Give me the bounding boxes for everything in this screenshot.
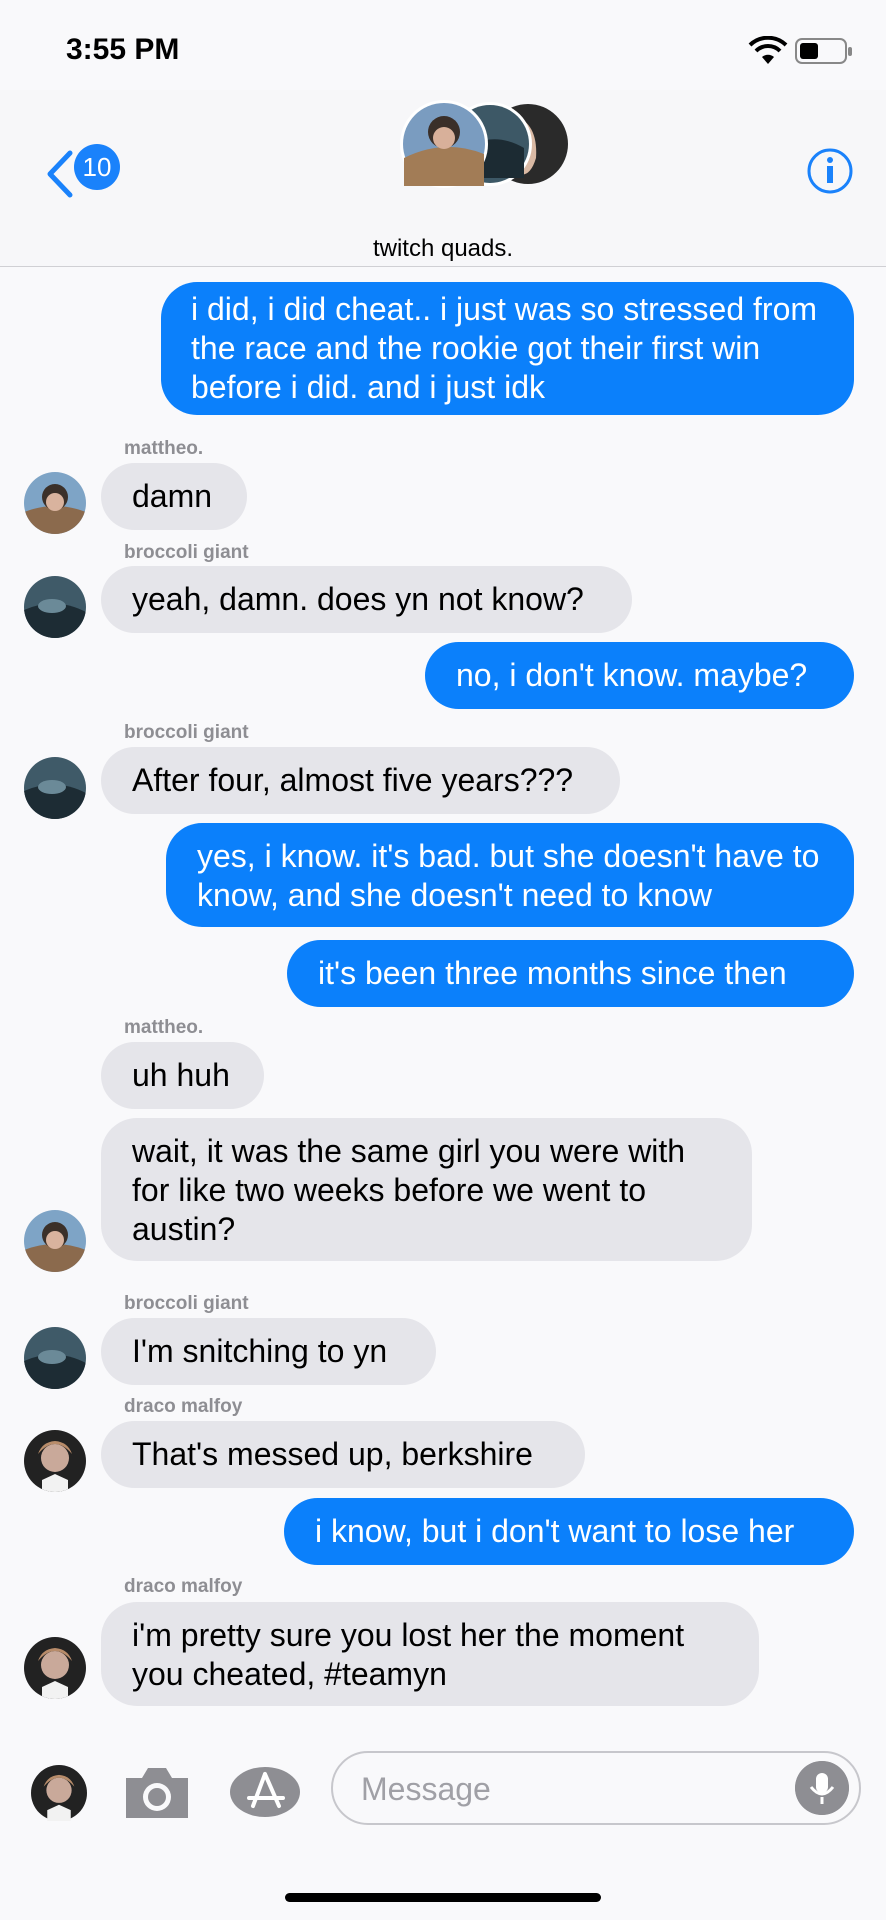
message-bubble-outgoing[interactable]: yes, i know. it's bad. but she doesn't h… <box>166 823 854 927</box>
group-title[interactable]: twitch quads. <box>0 235 886 263</box>
message-bubble-incoming[interactable]: damn <box>101 463 247 530</box>
message-thread[interactable]: i did, i did cheat.. i just was so stres… <box>0 266 886 1726</box>
avatar[interactable] <box>31 1765 87 1821</box>
avatar[interactable] <box>24 472 86 534</box>
camera-icon[interactable] <box>122 1764 192 1820</box>
message-bubble-outgoing[interactable]: no, i don't know. maybe? <box>425 642 854 709</box>
message-placeholder: Message <box>361 1771 491 1807</box>
message-input[interactable]: Message <box>331 1751 861 1825</box>
sender-name: broccoli giant <box>124 1293 249 1314</box>
conversation-header: 10 twitch quads. <box>0 90 886 267</box>
message-bubble-outgoing[interactable]: i did, i did cheat.. i just was so stres… <box>161 282 854 415</box>
back-chevron-icon[interactable] <box>40 147 80 201</box>
message-bubble-incoming[interactable]: yeah, damn. does yn not know? <box>101 566 632 633</box>
message-bubble-incoming[interactable]: wait, it was the same girl you were with… <box>101 1118 752 1261</box>
unread-badge[interactable]: 10 <box>74 144 120 190</box>
sender-name: mattheo. <box>124 438 204 459</box>
group-avatars[interactable] <box>400 98 570 190</box>
message-bubble-incoming[interactable]: I'm snitching to yn <box>101 1318 436 1385</box>
microphone-icon[interactable] <box>795 1761 849 1815</box>
avatar[interactable] <box>24 1210 86 1272</box>
wifi-icon <box>748 36 788 64</box>
message-bubble-outgoing[interactable]: i know, but i don't want to lose her <box>284 1498 854 1565</box>
info-icon[interactable] <box>806 147 854 195</box>
message-bubble-incoming[interactable]: i'm pretty sure you lost her the moment … <box>101 1602 759 1706</box>
sender-name: mattheo. <box>124 1017 204 1038</box>
composer-bar: Message <box>0 1726 886 1920</box>
avatar[interactable] <box>24 576 86 638</box>
sender-name: broccoli giant <box>124 542 249 563</box>
avatar[interactable] <box>24 1327 86 1389</box>
battery-icon <box>795 38 852 64</box>
message-bubble-incoming[interactable]: uh huh <box>101 1042 264 1109</box>
home-indicator[interactable] <box>285 1893 601 1902</box>
avatar[interactable] <box>24 757 86 819</box>
avatar[interactable] <box>24 1637 86 1699</box>
status-bar: 3:55 PM <box>0 0 886 100</box>
sender-name: draco malfoy <box>124 1396 243 1417</box>
avatar[interactable] <box>24 1430 86 1492</box>
message-bubble-incoming[interactable]: After four, almost five years??? <box>101 747 620 814</box>
message-bubble-incoming[interactable]: That's messed up, berkshire <box>101 1421 585 1488</box>
status-time: 3:55 PM <box>66 33 180 66</box>
app-store-icon[interactable] <box>229 1766 301 1818</box>
sender-name: draco malfoy <box>124 1576 243 1597</box>
message-bubble-outgoing[interactable]: it's been three months since then <box>287 940 854 1007</box>
sender-name: broccoli giant <box>124 722 249 743</box>
